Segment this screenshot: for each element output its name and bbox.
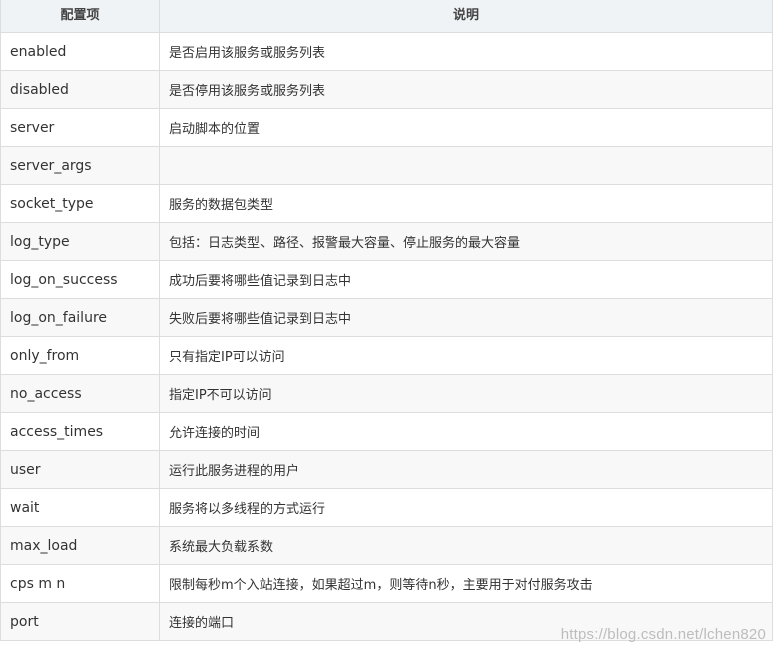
config-key: user (0, 450, 160, 489)
config-desc: 只有指定IP可以访问 (159, 336, 773, 375)
config-desc: 成功后要将哪些值记录到日志中 (159, 260, 773, 299)
table-row: cps m n 限制每秒m个入站连接，如果超过m，则等待n秒，主要用于对付服务攻… (0, 564, 773, 603)
table-row: no_access 指定IP不可以访问 (0, 374, 773, 413)
config-desc: 是否启用该服务或服务列表 (159, 32, 773, 71)
table-row: only_from 只有指定IP可以访问 (0, 336, 773, 375)
table-row: log_on_failure 失败后要将哪些值记录到日志中 (0, 298, 773, 337)
config-desc (159, 146, 773, 185)
config-key: socket_type (0, 184, 160, 223)
config-key: port (0, 602, 160, 641)
config-key: wait (0, 488, 160, 527)
table-header-row: 配置项 说明 (0, 0, 773, 33)
config-key: log_type (0, 222, 160, 261)
config-desc: 允许连接的时间 (159, 412, 773, 451)
table-row: max_load 系统最大负载系数 (0, 526, 773, 565)
config-desc: 包括：日志类型、路径、报警最大容量、停止服务的最大容量 (159, 222, 773, 261)
config-key: max_load (0, 526, 160, 565)
config-key: cps m n (0, 564, 160, 603)
config-key: server (0, 108, 160, 147)
config-key: enabled (0, 32, 160, 71)
config-desc: 指定IP不可以访问 (159, 374, 773, 413)
config-key: access_times (0, 412, 160, 451)
config-table: 配置项 说明 enabled 是否启用该服务或服务列表 disabled 是否停… (0, 0, 773, 641)
config-key: no_access (0, 374, 160, 413)
config-desc: 是否停用该服务或服务列表 (159, 70, 773, 109)
config-desc: 服务将以多线程的方式运行 (159, 488, 773, 527)
config-desc: 启动脚本的位置 (159, 108, 773, 147)
config-desc: 系统最大负载系数 (159, 526, 773, 565)
table-row: server 启动脚本的位置 (0, 108, 773, 147)
config-desc: 失败后要将哪些值记录到日志中 (159, 298, 773, 337)
table-row: wait 服务将以多线程的方式运行 (0, 488, 773, 527)
watermark-text: https://blog.csdn.net/lchen820 (560, 626, 766, 643)
table-row: server_args (0, 146, 773, 185)
table-row: disabled 是否停用该服务或服务列表 (0, 70, 773, 109)
table-row: log_on_success 成功后要将哪些值记录到日志中 (0, 260, 773, 299)
config-desc: 限制每秒m个入站连接，如果超过m，则等待n秒，主要用于对付服务攻击 (159, 564, 773, 603)
header-description: 说明 (159, 0, 773, 33)
table-row: socket_type 服务的数据包类型 (0, 184, 773, 223)
table-row: user 运行此服务进程的用户 (0, 450, 773, 489)
config-desc: 运行此服务进程的用户 (159, 450, 773, 489)
config-key: server_args (0, 146, 160, 185)
header-config-item: 配置项 (0, 0, 160, 33)
config-key: log_on_failure (0, 298, 160, 337)
table-row: enabled 是否启用该服务或服务列表 (0, 32, 773, 71)
config-desc: 服务的数据包类型 (159, 184, 773, 223)
config-key: log_on_success (0, 260, 160, 299)
config-key: only_from (0, 336, 160, 375)
table-row: log_type 包括：日志类型、路径、报警最大容量、停止服务的最大容量 (0, 222, 773, 261)
table-row: access_times 允许连接的时间 (0, 412, 773, 451)
config-key: disabled (0, 70, 160, 109)
